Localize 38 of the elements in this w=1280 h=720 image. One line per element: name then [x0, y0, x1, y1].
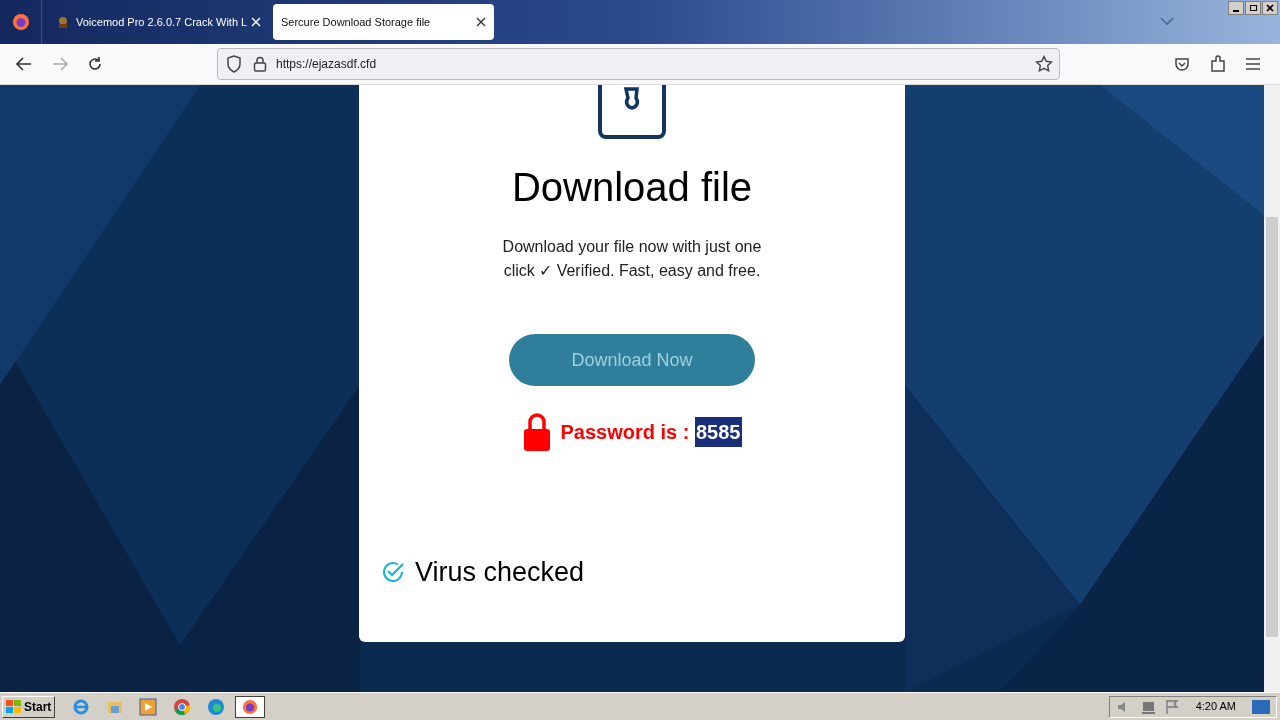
media-player-icon[interactable] [139, 697, 158, 716]
tab-title: Sercure Download Storage file [281, 14, 432, 30]
shield-icon[interactable] [226, 55, 242, 73]
password-text: 8585 [695, 417, 742, 447]
scrollbar[interactable] [1264, 85, 1280, 692]
url-text: https://ejazasdf.cfd [276, 56, 377, 73]
heading: Download file [511, 164, 753, 211]
close-icon [1266, 4, 1274, 12]
minimize-button[interactable] [1228, 1, 1244, 15]
tab-favicon-icon [56, 15, 70, 29]
menu-icon[interactable] [1246, 58, 1260, 70]
password-label: Password is : [560, 420, 691, 445]
check-circle-icon [381, 560, 405, 585]
tab-title: Voicemod Pro 2.6.0.7 Crack With L [76, 14, 247, 30]
close-button[interactable] [1262, 1, 1278, 15]
browser-tab[interactable]: Sercure Download Storage file [273, 4, 494, 40]
file-lock-icon [597, 85, 667, 139]
flag-icon[interactable] [1163, 698, 1180, 715]
bookmark-star-icon[interactable] [1035, 55, 1053, 73]
windows-logo-icon [6, 699, 22, 714]
browser-tab[interactable]: Voicemod Pro 2.6.0.7 Crack With L [48, 4, 269, 40]
pocket-icon[interactable] [1174, 56, 1190, 72]
lock-icon [253, 56, 267, 72]
address-bar[interactable]: https://ejazasdf.cfd [217, 48, 1060, 80]
close-tab-icon[interactable] [476, 17, 486, 27]
firefox-taskbar-button[interactable] [235, 695, 266, 718]
start-button[interactable]: Start [2, 695, 56, 718]
virus-checked-label: Virus checked [415, 556, 585, 589]
show-desktop-icon[interactable] [1252, 699, 1270, 714]
back-icon[interactable] [15, 56, 33, 72]
clock: 4:20 AM [1195, 699, 1236, 715]
description: Download your file now with just one click ✓ Verified. Fast, easy and free. [501, 237, 763, 281]
padlock-icon [522, 412, 551, 452]
browser-icon [242, 698, 259, 715]
reload-icon[interactable] [87, 56, 103, 72]
browser-icon[interactable] [11, 13, 30, 31]
chrome-icon[interactable] [173, 697, 192, 716]
restore-button[interactable] [1245, 1, 1261, 15]
